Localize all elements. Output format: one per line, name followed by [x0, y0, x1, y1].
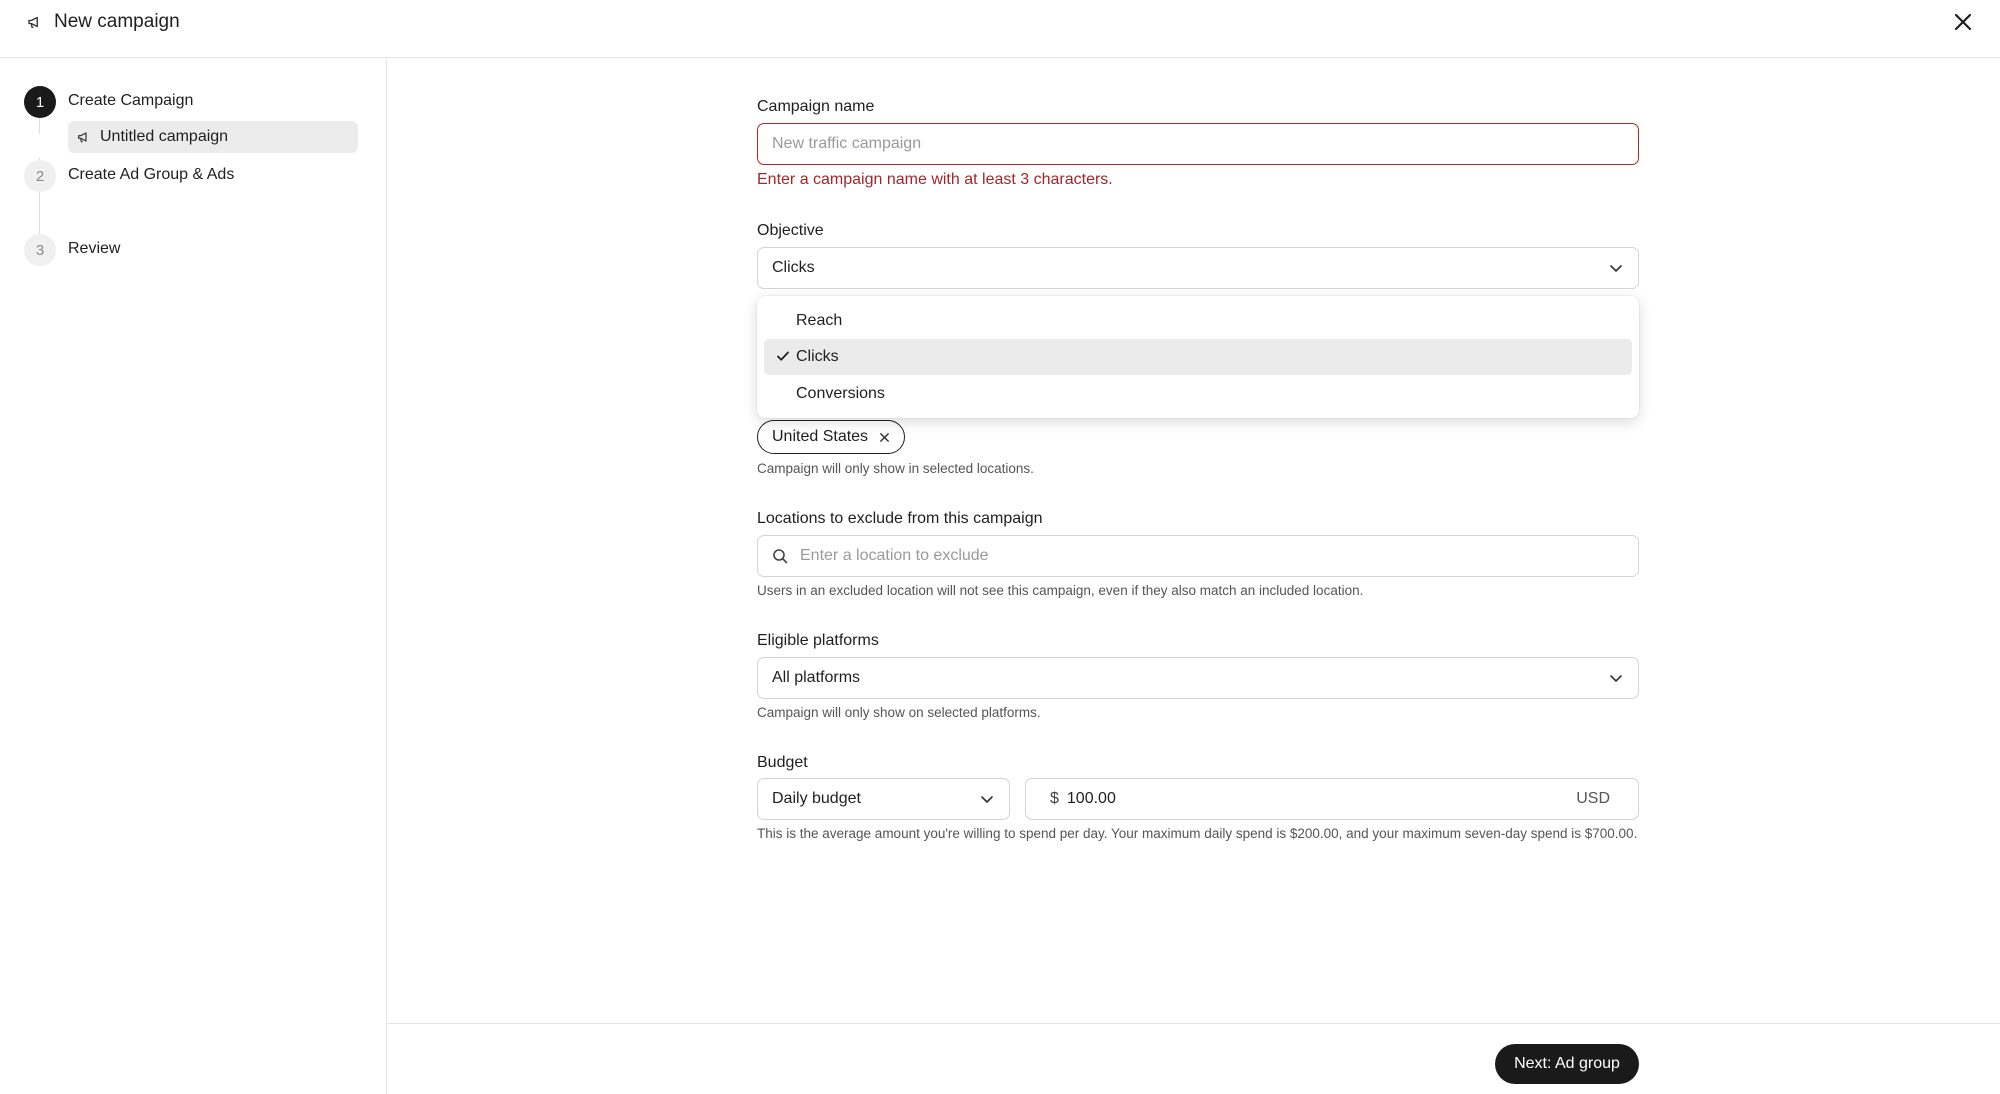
platforms-label: Eligible platforms [757, 632, 879, 649]
sidebar-item-label: Untitled campaign [100, 128, 229, 145]
page-title: New campaign [54, 11, 180, 32]
chevron-down-icon [981, 796, 993, 803]
objective-option-label: Clicks [796, 348, 839, 365]
close-button[interactable] [1948, 7, 1978, 37]
sidebar-item-untitled-campaign[interactable]: Untitled campaign [68, 121, 358, 153]
next-ad-group-button[interactable]: Next: Ad group [1495, 1044, 1639, 1084]
remove-location-button[interactable] [878, 431, 890, 443]
sidebar-stepper: 1 Create Campaign Untitled campaign 2 Cr… [0, 58, 387, 1094]
sidebar-step-create-campaign[interactable]: Create Campaign [68, 91, 193, 111]
step-number-2: 2 [24, 160, 56, 192]
locations-exclude-help: Users in an excluded location will not s… [757, 583, 1364, 598]
location-exclude-placeholder: Enter a location to exclude [800, 547, 989, 564]
close-icon [879, 432, 889, 442]
locations-include-help: Campaign will only show in selected loca… [757, 461, 1034, 476]
objective-option-clicks[interactable]: Clicks [764, 339, 1632, 375]
budget-type-value: Daily budget [772, 790, 861, 807]
budget-help: This is the average amount you're willin… [757, 826, 1638, 841]
campaign-name-label: Campaign name [757, 98, 875, 115]
footer [387, 1023, 2000, 1094]
objective-dropdown-menu: Reach Clicks Conversions [757, 296, 1639, 418]
close-icon [1954, 13, 1972, 31]
objective-option-reach[interactable]: Reach [764, 303, 1632, 339]
platforms-help: Campaign will only show on selected plat… [757, 705, 1041, 720]
step-number-3: 3 [24, 234, 56, 266]
location-exclude-input[interactable]: Enter a location to exclude [757, 535, 1639, 577]
campaign-name-placeholder: New traffic campaign [772, 135, 922, 152]
objective-select[interactable]: Clicks [757, 247, 1639, 289]
currency-symbol: $ [1050, 790, 1059, 807]
sidebar-step-review[interactable]: Review [68, 239, 120, 259]
platforms-select[interactable]: All platforms [757, 657, 1639, 699]
objective-option-conversions[interactable]: Conversions [764, 376, 1632, 412]
step-connector [39, 192, 40, 234]
objective-label: Objective [757, 222, 824, 239]
objective-value: Clicks [772, 259, 815, 276]
header: New campaign [0, 0, 2000, 58]
currency-code: USD [1576, 790, 1610, 807]
locations-exclude-label: Locations to exclude from this campaign [757, 510, 1043, 527]
sidebar-step-create-ad-group[interactable]: Create Ad Group & Ads [68, 165, 234, 185]
campaign-name-input[interactable]: New traffic campaign [757, 123, 1639, 165]
location-chip-label: United States [772, 428, 869, 445]
chevron-down-icon [1610, 675, 1622, 682]
budget-amount-value: 100.00 [1066, 790, 1116, 807]
megaphone-icon [76, 129, 92, 145]
chevron-down-icon [1610, 265, 1622, 272]
location-chip: United States [757, 420, 906, 454]
checkmark-icon [777, 351, 789, 361]
search-icon [773, 549, 788, 564]
budget-amount-input[interactable]: $ 100.00 USD [1025, 778, 1639, 820]
step-number-1: 1 [24, 86, 56, 118]
budget-label: Budget [757, 754, 808, 771]
campaign-name-error: Enter a campaign name with at least 3 ch… [757, 171, 1113, 188]
megaphone-icon [24, 11, 46, 33]
budget-type-select[interactable]: Daily budget [757, 778, 1010, 820]
platforms-value: All platforms [772, 669, 861, 686]
